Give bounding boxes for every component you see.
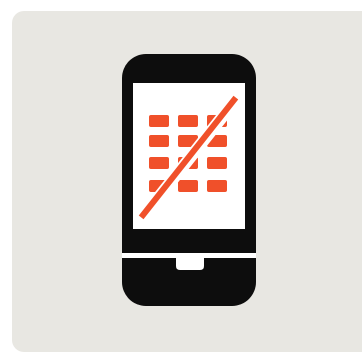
home-button-notch bbox=[176, 258, 204, 270]
phone-chin-line bbox=[122, 253, 256, 258]
no-keypad-phone-icon bbox=[122, 54, 256, 306]
